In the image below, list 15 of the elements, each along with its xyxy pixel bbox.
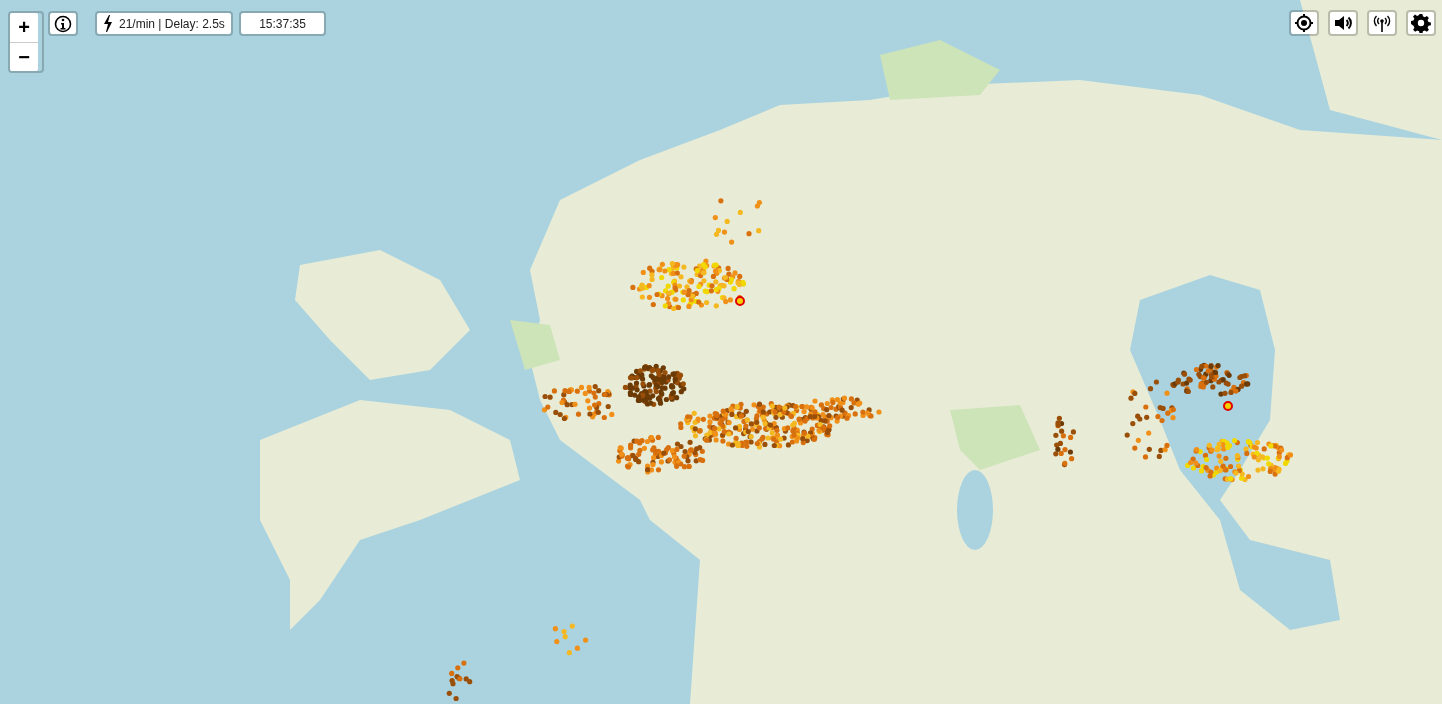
strike-rate-text: 21/min | Delay: 2.5s	[119, 16, 225, 31]
clock-text: 15:37:35	[239, 11, 326, 36]
settings-icon	[1411, 13, 1431, 33]
antenna-icon	[1372, 13, 1392, 33]
locate-button[interactable]	[1289, 10, 1319, 36]
speaker-icon	[1333, 13, 1353, 33]
locate-icon	[1294, 13, 1314, 33]
info-icon	[54, 14, 72, 33]
settings-button[interactable]	[1406, 10, 1436, 36]
info-button[interactable]	[48, 11, 78, 36]
zoom-in-button[interactable]: +	[10, 13, 38, 42]
lightning-icon	[103, 15, 113, 32]
sound-button[interactable]	[1328, 10, 1358, 36]
zoom-out-button[interactable]: −	[10, 42, 38, 71]
signal-button[interactable]	[1367, 10, 1397, 36]
